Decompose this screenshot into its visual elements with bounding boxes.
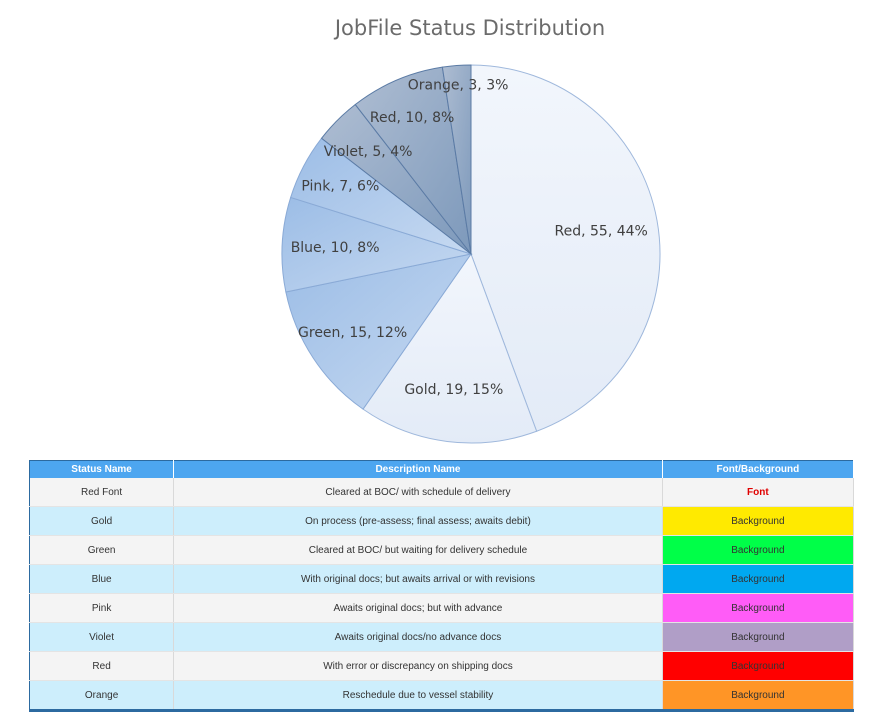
background-color-cell: Background — [662, 535, 855, 565]
table-row: Green Cleared at BOC/ but waiting for del… — [29, 535, 855, 565]
description-cell: Cleared at BOC/ but waiting for delivery… — [173, 535, 663, 565]
description-cell: On process (pre-assess; final assess; aw… — [173, 506, 663, 536]
status-name-cell: Red — [29, 651, 175, 681]
table-header-row: Status Name Description Name Font/Backgr… — [29, 460, 855, 478]
slice-label-pink: Pink, 7, 6% — [301, 179, 379, 195]
status-legend-table: Status Name Description Name Font/Backgr… — [29, 460, 855, 712]
status-name-cell: Red Font — [29, 478, 175, 507]
font-color-cell: Font — [662, 478, 855, 507]
description-cell: Reschedule due to vessel stability — [173, 680, 663, 711]
description-cell: Cleared at BOC/ with schedule of deliver… — [173, 478, 663, 507]
description-cell: With error or discrepancy on shipping do… — [173, 651, 663, 681]
background-color-cell: Background — [662, 622, 855, 652]
table-row: Violet Awaits original docs/no advance do… — [29, 622, 855, 652]
status-name-cell: Blue — [29, 564, 175, 594]
slice-label-violet: Violet, 5, 4% — [324, 144, 413, 160]
table-row: Red Font Cleared at BOC/ with schedule of… — [29, 478, 855, 507]
status-name-cell: Green — [29, 535, 175, 565]
status-name-cell: Orange — [29, 680, 175, 711]
background-color-cell: Background — [662, 564, 855, 594]
background-color-cell: Background — [662, 651, 855, 681]
status-name-cell: Pink — [29, 593, 175, 623]
status-name-cell: Violet — [29, 622, 175, 652]
slice-label-orange: Orange, 3, 3% — [408, 77, 509, 93]
description-cell: Awaits original docs/no advance docs — [173, 622, 663, 652]
slice-label-red: Red, 10, 8% — [370, 110, 454, 126]
table-row: Gold On process (pre-assess; final assess… — [29, 506, 855, 536]
background-color-cell: Background — [662, 506, 855, 536]
slice-label-gold: Gold, 19, 15% — [404, 382, 503, 398]
background-color-cell: Background — [662, 593, 855, 623]
table-row: Blue With original docs; but awaits arriv… — [29, 564, 855, 594]
status-name-cell: Gold — [29, 506, 175, 536]
pie-chart: Red, 55, 44% Gold, 19, 15% Green, 15, 12% B… — [281, 64, 661, 444]
header-font-background: Font/Background — [662, 460, 855, 478]
table-row: Red With error or discrepancy on shipping… — [29, 651, 855, 681]
description-cell: With original docs; but awaits arrival o… — [173, 564, 663, 594]
table-row: Pink Awaits original docs; but with advan… — [29, 593, 855, 623]
header-status-name: Status Name — [29, 460, 175, 478]
background-color-cell: Background — [662, 680, 855, 711]
slice-label-green: Green, 15, 12% — [298, 325, 407, 341]
slice-label-blue: Blue, 10, 8% — [291, 240, 380, 256]
header-description-name: Description Name — [173, 460, 663, 478]
description-cell: Awaits original docs; but with advance — [173, 593, 663, 623]
slice-label-red: Red, 55, 44% — [555, 224, 648, 240]
table-row: Orange Reschedule due to vessel stability… — [29, 680, 855, 711]
